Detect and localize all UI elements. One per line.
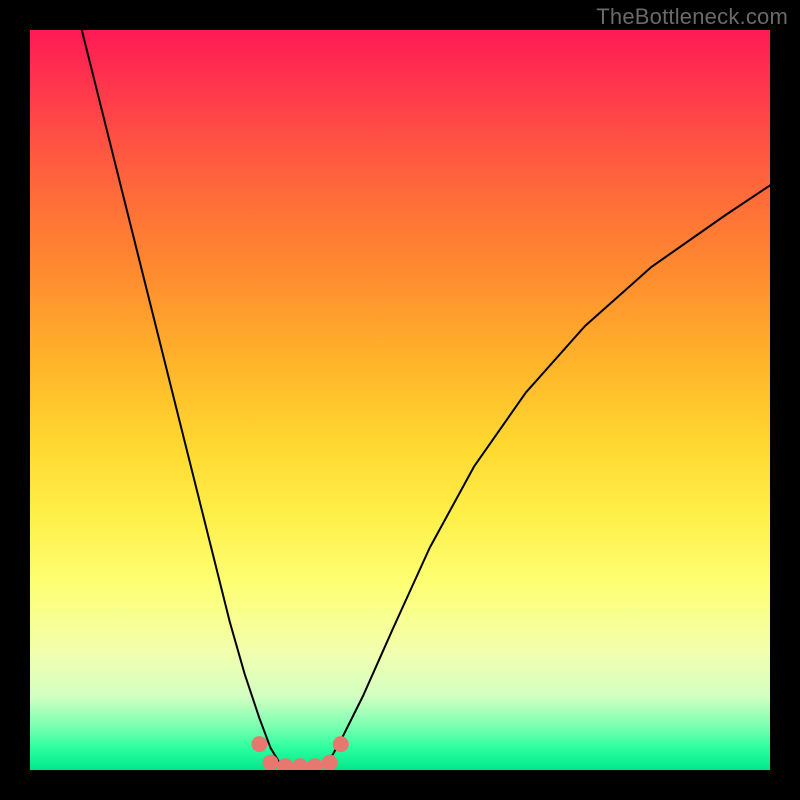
curve-layer [30, 30, 770, 770]
watermark-label: TheBottleneck.com [596, 4, 788, 30]
series-right-curve [326, 185, 770, 766]
marker-bottom-marker-band [277, 758, 293, 770]
marker-bottom-marker-band [292, 758, 308, 770]
series-left-curve [82, 30, 282, 766]
marker-bottom-marker-band [307, 758, 323, 770]
plot-area [30, 30, 770, 770]
chart-frame: TheBottleneck.com [0, 0, 800, 800]
marker-bottom-marker-band [251, 736, 267, 752]
marker-bottom-marker-band [333, 736, 349, 752]
marker-bottom-marker-band [322, 755, 338, 770]
marker-bottom-marker-band [263, 755, 279, 770]
